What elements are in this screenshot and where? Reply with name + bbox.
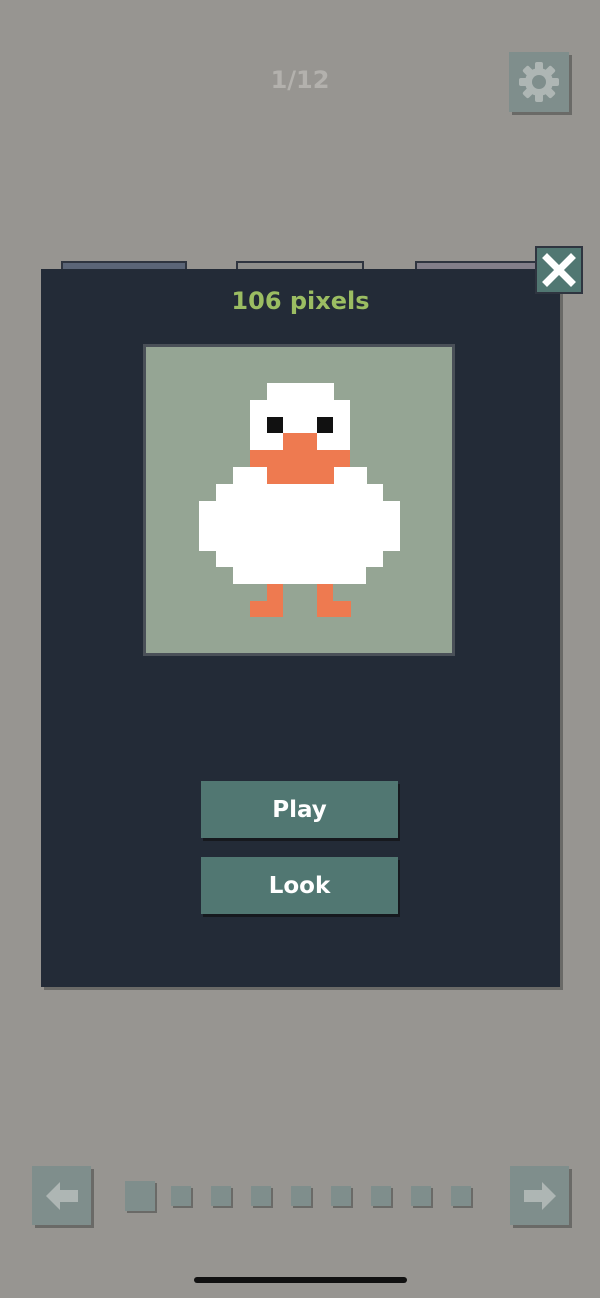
page-dot-active[interactable] <box>125 1181 155 1211</box>
duck-pixel-art <box>199 383 400 617</box>
page-dot[interactable] <box>251 1186 271 1206</box>
home-indicator <box>194 1277 407 1283</box>
page-dot[interactable] <box>171 1186 191 1206</box>
pixel-art-preview <box>143 344 455 656</box>
pixel-count-title: 106 pixels <box>231 287 370 315</box>
next-button[interactable] <box>510 1166 569 1225</box>
arrow-left-icon <box>45 1181 78 1210</box>
previous-button[interactable] <box>32 1166 91 1225</box>
level-modal: 106 pixels Play Look <box>41 269 560 987</box>
look-button[interactable]: Look <box>201 857 398 914</box>
page-dot[interactable] <box>371 1186 391 1206</box>
settings-button[interactable] <box>509 52 569 112</box>
gear-icon <box>519 62 559 102</box>
page-dot[interactable] <box>291 1186 311 1206</box>
page-dot[interactable] <box>211 1186 231 1206</box>
page-dot[interactable] <box>451 1186 471 1206</box>
arrow-right-icon <box>523 1181 556 1210</box>
close-button[interactable] <box>535 246 583 294</box>
close-icon <box>542 253 576 287</box>
page-dot[interactable] <box>331 1186 351 1206</box>
play-button[interactable]: Play <box>201 781 398 838</box>
page-dot[interactable] <box>411 1186 431 1206</box>
